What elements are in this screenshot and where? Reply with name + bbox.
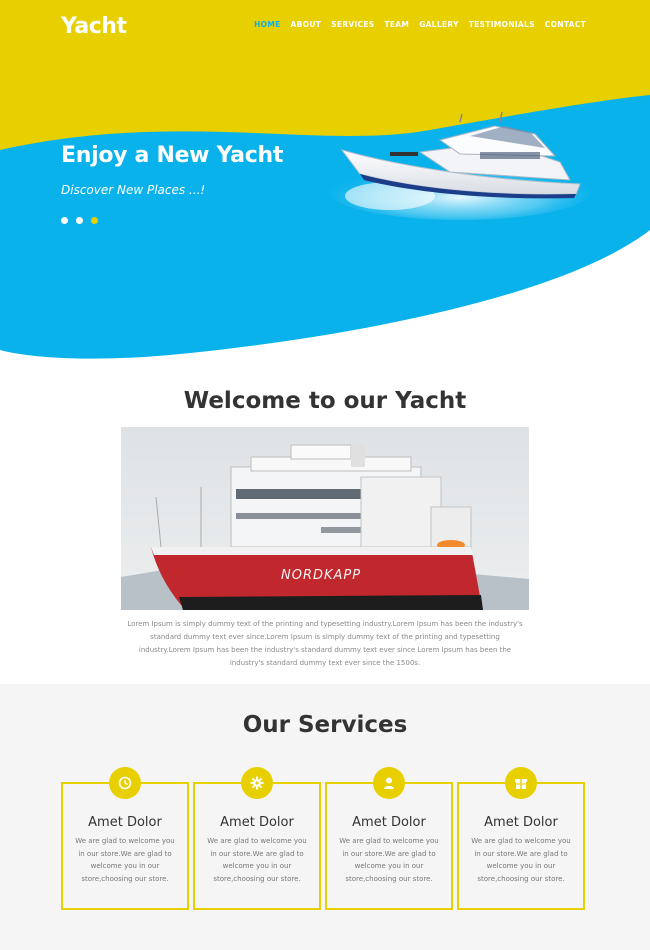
slider-dot-2[interactable] xyxy=(76,217,83,224)
hero-banner: Yacht HOME ABOUT SERVICES TEAM GALLERY T… xyxy=(0,0,650,370)
clock-icon xyxy=(109,767,141,799)
service-card-1[interactable]: Amet Dolor We are glad to welcome you in… xyxy=(61,767,189,910)
services-title: Our Services xyxy=(242,712,408,738)
service-card-2[interactable]: Amet Dolor We are glad to welcome you in… xyxy=(193,767,321,910)
hero-title: Enjoy a New Yacht xyxy=(61,143,284,168)
nav-home[interactable]: HOME xyxy=(254,20,280,29)
service-description: We are glad to welcome you in our store.… xyxy=(75,837,175,883)
nav-services[interactable]: SERVICES xyxy=(331,20,374,29)
service-title: Amet Dolor xyxy=(352,815,426,830)
speedboat-image xyxy=(330,112,590,220)
gift-icon xyxy=(505,767,537,799)
ship-illustration: NORDKAPP xyxy=(121,427,529,610)
cruise-ship-image: NORDKAPP xyxy=(121,427,529,610)
service-description: We are glad to welcome you in our store.… xyxy=(207,837,307,883)
user-icon xyxy=(373,767,405,799)
nav-team[interactable]: TEAM xyxy=(384,20,409,29)
service-description: We are glad to welcome you in our store.… xyxy=(471,837,571,883)
welcome-paragraph: Lorem Ipsum is simply dummy text of the … xyxy=(127,620,523,667)
nav-about[interactable]: ABOUT xyxy=(291,20,322,29)
gear-icon xyxy=(241,767,273,799)
slider-dot-1[interactable] xyxy=(61,217,68,224)
service-card-3[interactable]: Amet Dolor We are glad to welcome you in… xyxy=(325,767,453,910)
services-section: Our Services Amet Dolor We are glad to w… xyxy=(0,684,650,950)
service-title: Amet Dolor xyxy=(88,815,162,830)
slider-dots xyxy=(61,217,98,224)
ship-name-text: NORDKAPP xyxy=(281,568,361,583)
service-description: We are glad to welcome you in our store.… xyxy=(339,837,439,883)
slider-dot-3[interactable] xyxy=(91,217,98,224)
nav-testimonials[interactable]: TESTIMONIALS xyxy=(469,20,535,29)
site-logo[interactable]: Yacht xyxy=(61,14,127,39)
main-nav: HOME ABOUT SERVICES TEAM GALLERY TESTIMO… xyxy=(254,20,586,29)
hero-subtitle: Discover New Places ...! xyxy=(61,183,206,197)
service-title: Amet Dolor xyxy=(220,815,294,830)
nav-contact[interactable]: CONTACT xyxy=(545,20,586,29)
service-title: Amet Dolor xyxy=(484,815,558,830)
welcome-title: Welcome to our Yacht xyxy=(183,388,467,414)
nav-gallery[interactable]: GALLERY xyxy=(419,20,459,29)
service-card-4[interactable]: Amet Dolor We are glad to welcome you in… xyxy=(457,767,585,910)
